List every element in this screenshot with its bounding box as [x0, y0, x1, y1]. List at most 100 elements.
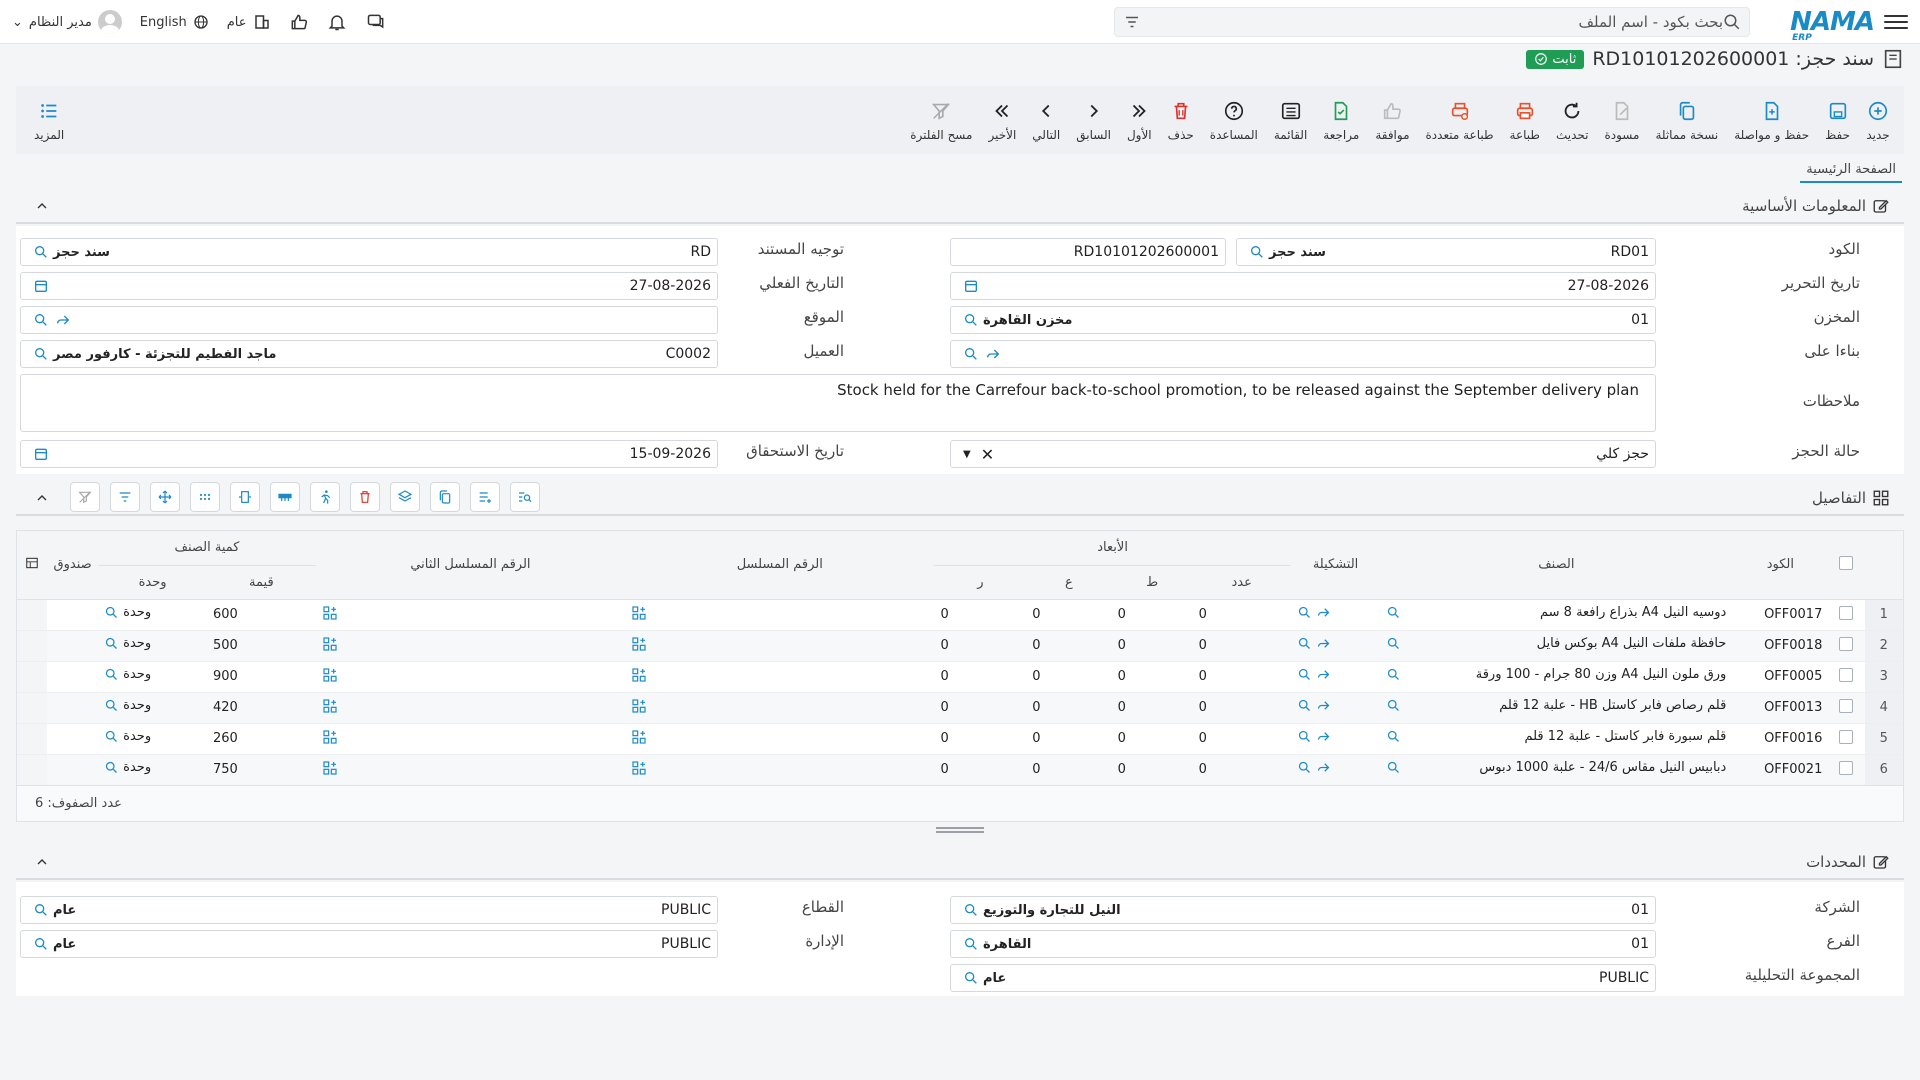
row-checkbox[interactable]	[1839, 667, 1854, 682]
copy-icon[interactable]	[430, 482, 460, 512]
more-button[interactable]: المزيد	[26, 90, 72, 150]
group-icon[interactable]	[270, 482, 300, 512]
a-cell[interactable]: 0	[1026, 723, 1112, 755]
row-select[interactable]	[1828, 599, 1865, 631]
t-cell[interactable]: 0	[1111, 723, 1193, 755]
lookup-icon[interactable]	[1297, 667, 1312, 682]
lookup-icon[interactable]	[1386, 698, 1401, 713]
trash-icon[interactable]	[350, 482, 380, 512]
delete-button[interactable]: حذف	[1160, 90, 1202, 150]
lookup-icon[interactable]	[1297, 760, 1312, 775]
r-cell[interactable]: 0	[934, 661, 1027, 693]
r-cell[interactable]: 0	[934, 630, 1027, 662]
lookup-icon[interactable]	[1297, 698, 1312, 713]
dots-icon[interactable]	[190, 482, 220, 512]
lookup-icon[interactable]	[1297, 605, 1312, 620]
serial2-column-header[interactable]: الرقم المسلسل الثاني	[315, 531, 626, 600]
serial-picker-icon[interactable]	[322, 636, 338, 652]
select-all-header[interactable]	[1828, 531, 1865, 600]
share-icon[interactable]	[1316, 667, 1331, 682]
draft-button[interactable]: مسودة	[1596, 90, 1647, 150]
location-field[interactable]	[20, 306, 718, 334]
item-column-header[interactable]: الصنف	[1380, 531, 1733, 600]
code-field[interactable]: RD01 سند حجز	[1236, 238, 1656, 266]
t-cell[interactable]: 0	[1111, 599, 1193, 631]
a-cell[interactable]: 0	[1026, 599, 1112, 631]
edit-date-field[interactable]: 27-08-2026	[950, 272, 1656, 300]
lookup-icon[interactable]	[963, 312, 979, 328]
actual-date-field[interactable]: 27-08-2026	[20, 272, 718, 300]
a-cell[interactable]: 0	[1026, 661, 1112, 693]
table-row[interactable]: 4 OFF0013 قلم رصاص فابر كاستل HB - علبة 12…	[17, 692, 1903, 724]
serial-picker-icon[interactable]	[631, 729, 647, 745]
previous-button[interactable]: السابق	[1068, 90, 1119, 150]
share-icon[interactable]	[55, 312, 71, 328]
filter-icon[interactable]	[110, 482, 140, 512]
config-column-header[interactable]: التشكيلة	[1290, 531, 1381, 600]
clear-filter-button[interactable]: مسح الفلترة	[902, 90, 980, 150]
user-menu[interactable]: ⌄ مدير النظام	[12, 10, 122, 34]
config-cell[interactable]	[1290, 692, 1381, 724]
share-icon[interactable]	[1316, 605, 1331, 620]
box-cell[interactable]	[46, 692, 99, 724]
unit-cell[interactable]: وحدة	[98, 754, 207, 786]
serial-cell[interactable]	[625, 599, 935, 631]
based-on-field[interactable]	[950, 340, 1656, 368]
serial2-cell[interactable]	[315, 599, 626, 631]
item-code-cell[interactable]: OFF0016	[1732, 723, 1829, 755]
item-code-cell[interactable]: OFF0017	[1732, 599, 1829, 631]
unit-cell[interactable]: وحدة	[98, 630, 207, 662]
config-cell[interactable]	[1290, 630, 1381, 662]
notes-textarea[interactable]: Stock held for the Carrefour back-to-sch…	[20, 374, 1656, 432]
direction-field[interactable]: RD سند حجز	[20, 238, 718, 266]
item-name-cell[interactable]: دوسيه النيل A4 بذراع رافعة 8 سم	[1380, 599, 1733, 631]
a-cell[interactable]: 0	[1026, 754, 1112, 786]
lookup-icon[interactable]	[33, 244, 49, 260]
lookup-icon[interactable]	[963, 970, 979, 986]
serial-picker-icon[interactable]	[322, 760, 338, 776]
scope-switch[interactable]: عام	[227, 13, 271, 31]
row-select[interactable]	[1828, 723, 1865, 755]
lookup-icon[interactable]	[963, 936, 979, 952]
dimensions-header[interactable]: المحددات	[16, 846, 1904, 880]
chevron-up-icon[interactable]	[34, 490, 50, 506]
department-field[interactable]: PUBLIC عام	[20, 930, 718, 958]
lookup-icon[interactable]	[33, 936, 49, 952]
row-select[interactable]	[1828, 754, 1865, 786]
share-icon[interactable]	[1316, 760, 1331, 775]
a-column-header[interactable]: ع	[1026, 565, 1112, 600]
serial-picker-icon[interactable]	[322, 698, 338, 714]
count-cell[interactable]: 0	[1192, 692, 1291, 724]
row-checkbox[interactable]	[1839, 729, 1854, 744]
serial-picker-icon[interactable]	[322, 667, 338, 683]
lookup-icon[interactable]	[1386, 605, 1401, 620]
lookup-icon[interactable]	[104, 760, 119, 775]
review-button[interactable]: مراجعة	[1315, 90, 1367, 150]
language-switch[interactable]: English	[140, 14, 209, 30]
value-cell[interactable]: 420	[206, 692, 316, 724]
serial-cell[interactable]	[625, 661, 935, 693]
column-resize-icon[interactable]	[230, 482, 260, 512]
serial-picker-icon[interactable]	[631, 760, 647, 776]
table-row[interactable]: 6 OFF0021 دبابيس النيل مقاس 24/6 - علبة 10…	[17, 754, 1903, 786]
menu-icon[interactable]	[1884, 10, 1908, 34]
save-continue-button[interactable]: حفظ و مواصلة	[1726, 90, 1817, 150]
item-name-cell[interactable]: قلم رصاص فابر كاستل HB - علبة 12 قلم	[1380, 692, 1733, 724]
value-cell[interactable]: 600	[206, 599, 316, 631]
serial2-cell[interactable]	[315, 661, 626, 693]
a-cell[interactable]: 0	[1026, 692, 1112, 724]
doc-number-field[interactable]: RD10101202600001	[950, 238, 1226, 266]
warehouse-field[interactable]: 01 مخزن القاهرة	[950, 306, 1656, 334]
row-checkbox[interactable]	[1839, 698, 1854, 713]
lookup-icon[interactable]	[104, 667, 119, 682]
r-cell[interactable]: 0	[934, 723, 1027, 755]
serial-picker-icon[interactable]	[631, 605, 647, 621]
serial-picker-icon[interactable]	[322, 729, 338, 745]
item-name-cell[interactable]: ورق ملون النيل A4 وزن 80 جرام - 100 ورقة	[1380, 661, 1733, 693]
calendar-icon[interactable]	[33, 446, 49, 462]
last-button[interactable]: الأخير	[980, 90, 1024, 150]
item-name-cell[interactable]: قلم سبورة فابر كاستل - علبة 12 قلم	[1380, 723, 1733, 755]
share-icon[interactable]	[985, 346, 1001, 362]
table-row[interactable]: 1 OFF0017 دوسيه النيل A4 بذراع رافعة 8 سم …	[17, 599, 1903, 631]
clear-filter-icon[interactable]	[70, 482, 100, 512]
